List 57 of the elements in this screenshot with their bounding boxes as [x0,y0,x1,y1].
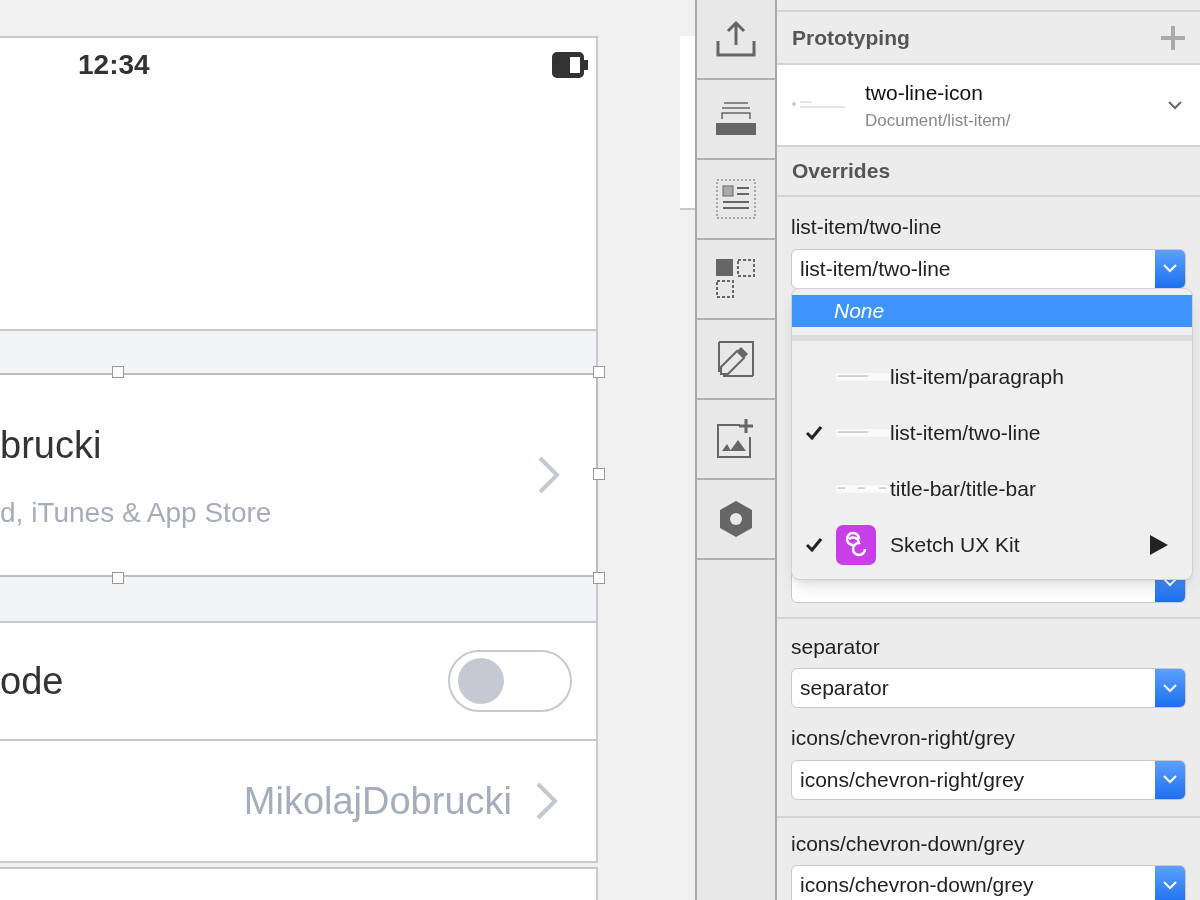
menu-item[interactable]: list-item/paragraph [792,349,1192,405]
text-layout-icon [716,179,756,219]
upload-icon [716,19,756,59]
chevron-down-icon [1163,880,1177,890]
menu-item[interactable]: Sketch UX Kit [792,517,1192,573]
account-name: brucki [0,422,103,468]
checkmark-icon [806,426,822,440]
select-value: icons/chevron-right/grey [799,766,1026,793]
linked-rings-icon [836,525,876,565]
dropdown-select[interactable]: icons/chevron-right/grey [791,759,1186,800]
select-arrow-button[interactable] [1155,249,1185,288]
menu-item[interactable]: title-bar/title-bar [792,461,1192,517]
selection-handle[interactable] [112,572,124,584]
symbol-path: Document/list-item/ [865,110,1012,132]
override-label: icons/chevron-right/grey [791,725,1017,751]
select-arrow-button[interactable] [1155,760,1185,799]
toggle-label: ode [0,658,64,704]
chevron-down-icon [1163,775,1177,784]
dropdown-select[interactable]: list-item/two-line [791,248,1186,289]
battery-icon [552,52,588,78]
account-subtitle: d, iTunes & App Store [0,495,273,530]
submenu-arrow-icon [1150,535,1168,555]
pencil-frame-icon [716,339,756,379]
status-time: 12:34 [78,48,150,82]
chevron-down-icon [1163,683,1177,693]
account-row[interactable]: brucki d, iTunes & App Store [0,373,598,577]
chevron-right-icon [536,782,558,820]
selection-handle[interactable] [593,572,605,584]
section-title: Overrides [792,158,891,185]
select-arrow-button[interactable] [1155,866,1185,900]
grid-icon [716,259,756,299]
image-add-icon [716,419,756,459]
select-value: separator [799,675,890,702]
override-label: separator [791,633,881,660]
username-value: MikolajDobrucki [243,778,512,824]
menu-item-label: title-bar/title-bar [890,476,1037,503]
menu-item-label: Sketch UX Kit [890,532,1021,559]
menu-item-label: list-item/paragraph [890,364,1065,391]
dropdown-select[interactable]: icons/chevron-down/grey [791,865,1186,900]
dropdown-select[interactable]: separator [791,668,1186,708]
chevron-right-icon [538,456,560,494]
chevron-down-icon [1163,264,1177,273]
select-value: icons/chevron-down/grey [799,872,1035,899]
section-title: Prototyping [792,24,910,51]
checkmark-icon [806,538,822,552]
selection-handle[interactable] [593,366,605,378]
symbol-row[interactable]: two-line-icon Document/list-item/ [777,65,1200,147]
chevron-down-icon [1168,100,1182,110]
menu-item[interactable]: list-item/two-line [792,405,1192,461]
selection-handle[interactable] [593,468,605,480]
symbol-name: two-line-icon [865,79,984,106]
selection-handle[interactable] [112,366,124,378]
menu-item-label: list-item/two-line [890,420,1042,447]
override-label: icons/chevron-down/grey [791,830,1026,857]
select-value: list-item/two-line [799,255,952,282]
select-arrow-button[interactable] [1155,669,1185,707]
override-label: list-item/two-line [791,214,943,240]
